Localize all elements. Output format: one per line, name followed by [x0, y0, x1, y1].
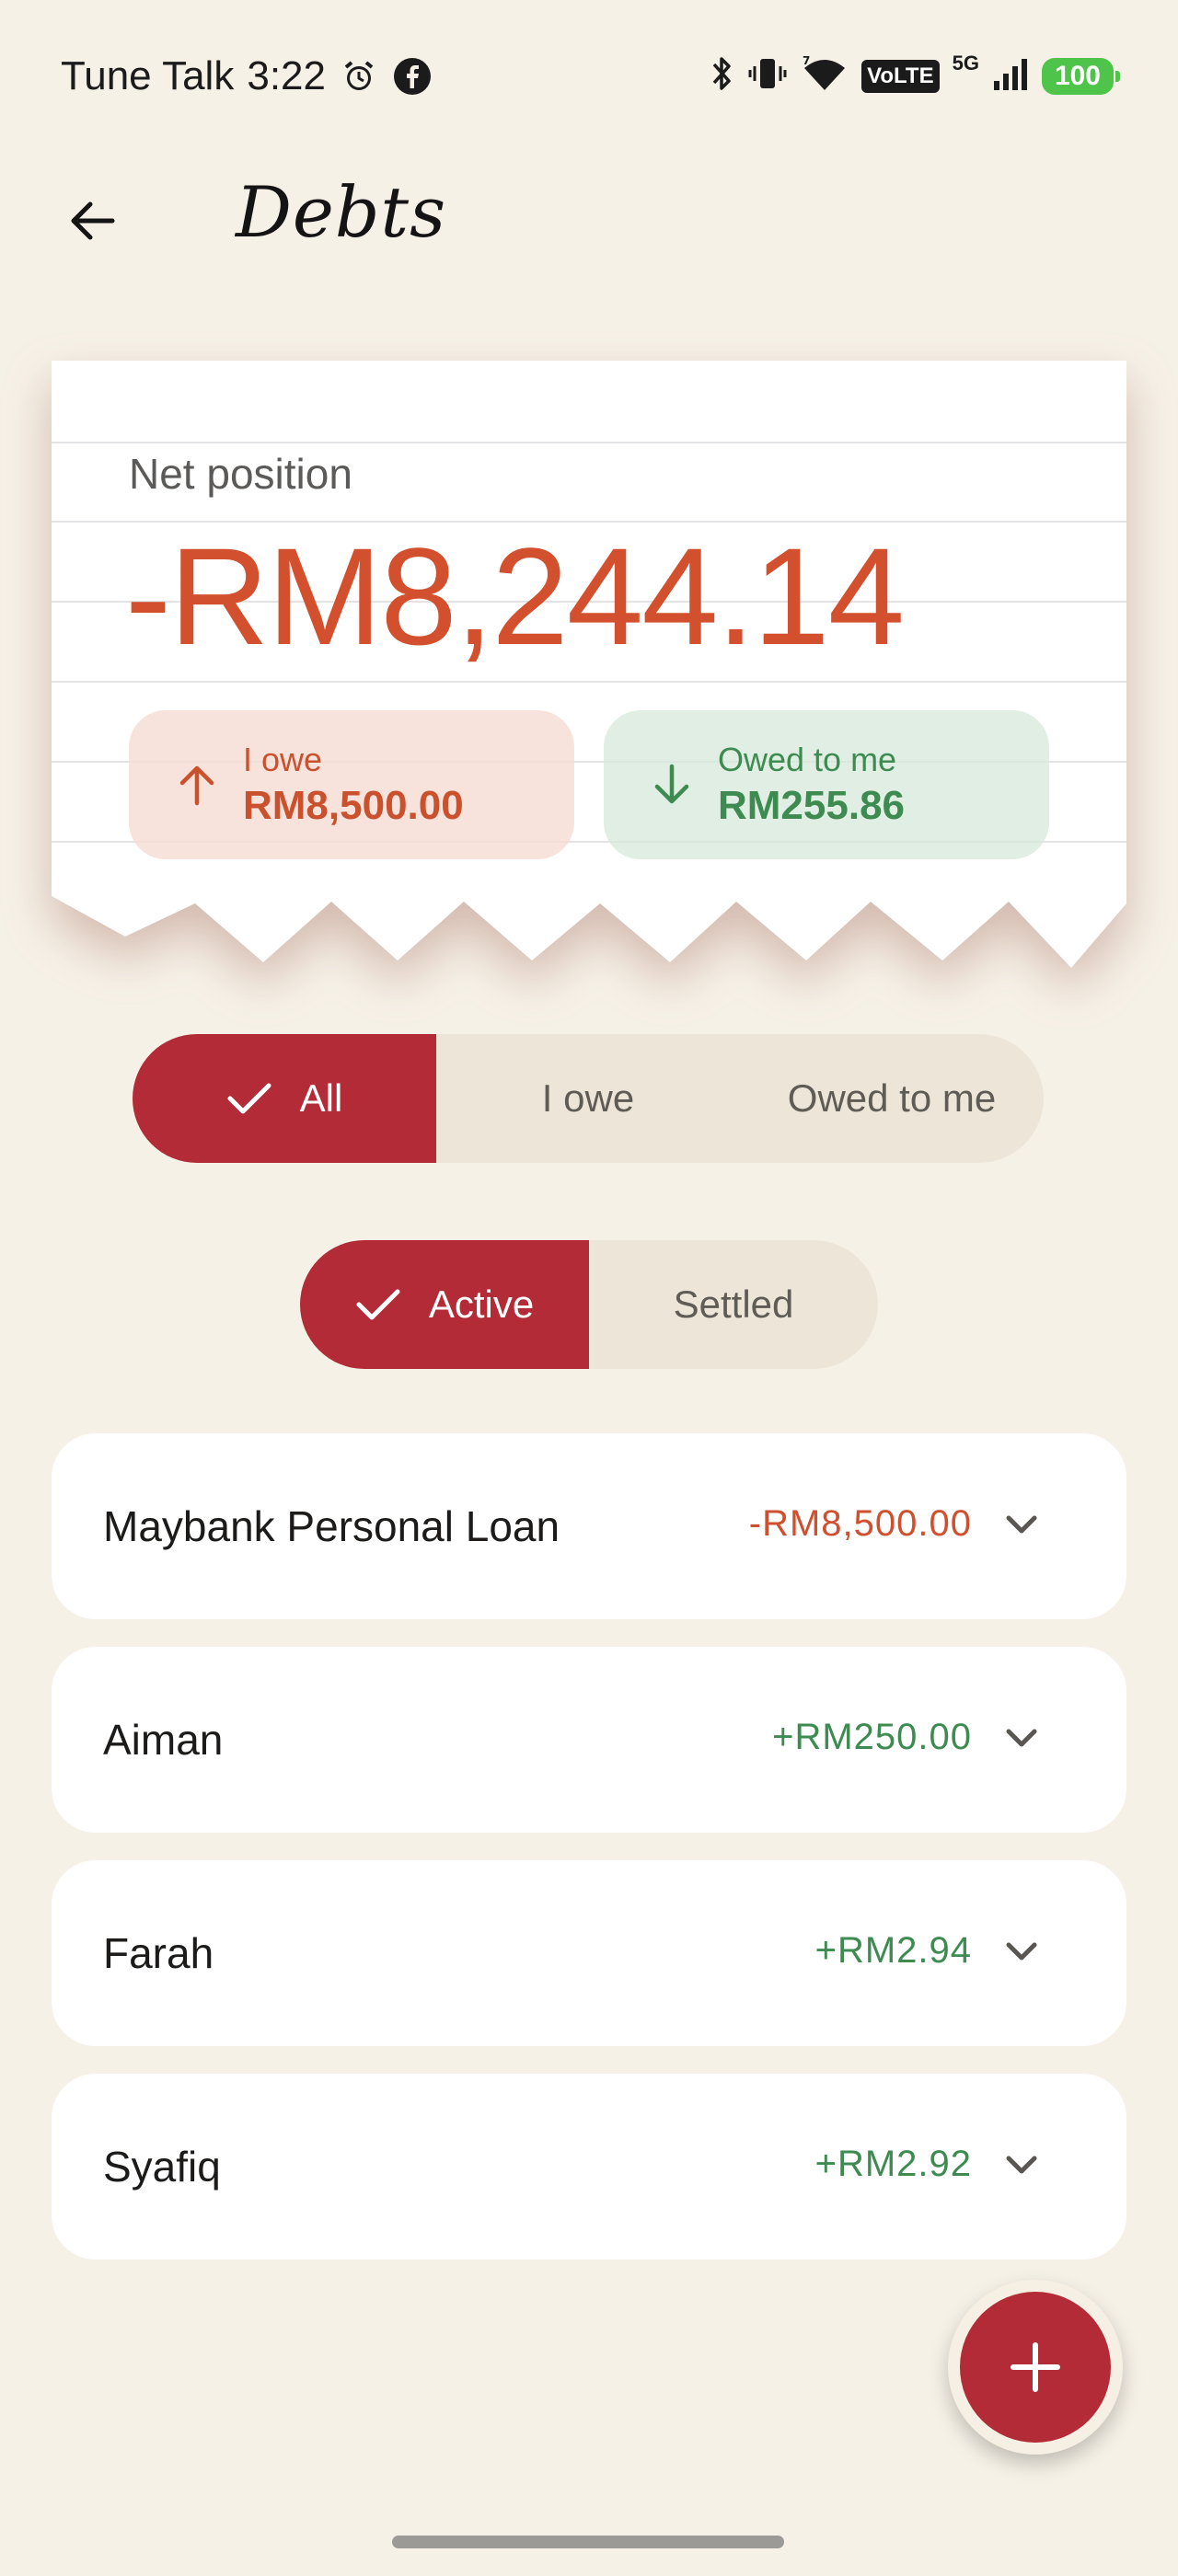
carrier-name: Tune Talk — [61, 53, 235, 98]
net-position-card: Net position -RM8,244.14 I owe RM8,500.0… — [52, 361, 1126, 968]
list-item[interactable]: Syafiq +RM2.92 — [52, 2074, 1126, 2260]
check-icon — [356, 1289, 400, 1320]
arrow-down-icon — [654, 764, 689, 804]
filter-settled[interactable]: Settled — [589, 1240, 878, 1369]
list-item[interactable]: Maybank Personal Loan -RM8,500.00 — [52, 1433, 1126, 1619]
net-position-value: -RM8,244.14 — [125, 519, 905, 673]
wifi-icon: 7 — [801, 54, 849, 97]
debt-amount: +RM2.94 — [814, 1930, 972, 1971]
debt-name: Syafiq — [103, 2143, 221, 2191]
add-debt-button-inner — [960, 2292, 1111, 2443]
debt-list: Maybank Personal Loan -RM8,500.00 Aiman … — [52, 1433, 1126, 2287]
filter-owed-to-me[interactable]: Owed to me — [740, 1034, 1044, 1163]
debt-status-filter: Active Settled — [300, 1240, 878, 1369]
debt-amount: +RM250.00 — [772, 1717, 972, 1757]
vibrate-icon — [747, 55, 788, 97]
alarm-icon — [339, 56, 379, 97]
arrow-left-icon — [71, 201, 115, 240]
filter-active-label: Active — [428, 1282, 535, 1326]
debt-name: Aiman — [103, 1716, 224, 1764]
chevron-down-icon[interactable] — [1003, 1507, 1040, 1544]
facebook-icon — [392, 56, 433, 97]
clock-time: 3:22 — [247, 53, 326, 98]
plus-icon — [1011, 2342, 1060, 2392]
filter-active[interactable]: Active — [300, 1240, 589, 1369]
add-debt-button[interactable] — [948, 2280, 1123, 2455]
debt-amount: -RM8,500.00 — [748, 1503, 972, 1544]
volte-badge: VoLTE — [861, 59, 940, 93]
bluetooth-icon — [709, 55, 734, 97]
owed-to-me-label: Owed to me — [718, 741, 897, 778]
battery-indicator: 100 — [1041, 57, 1121, 95]
i-owe-summary: I owe RM8,500.00 — [129, 710, 574, 859]
signal-icon — [992, 55, 1029, 97]
arrow-up-icon — [179, 765, 214, 806]
svg-text:7: 7 — [803, 55, 810, 67]
list-item[interactable]: Farah +RM2.94 — [52, 1860, 1126, 2046]
filter-all[interactable]: All — [133, 1034, 436, 1163]
filter-i-owe[interactable]: I owe — [436, 1034, 740, 1163]
filter-all-label: All — [299, 1076, 343, 1120]
i-owe-label: I owe — [243, 741, 323, 778]
status-right: 7 VoLTE 5G 100 — [709, 51, 1121, 97]
page-title: Debts — [236, 171, 447, 253]
debt-amount: +RM2.92 — [814, 2144, 972, 2184]
network-type: 5G — [952, 51, 979, 75]
chevron-down-icon[interactable] — [1003, 1934, 1040, 1971]
debt-type-filter: All I owe Owed to me — [133, 1034, 1044, 1163]
owed-to-me-value: RM255.86 — [718, 783, 906, 828]
debt-name: Maybank Personal Loan — [103, 1502, 560, 1550]
app-bar: Debts — [0, 156, 1178, 285]
status-bar: Tune Talk 3:22 7 VoLTE 5G 100 — [0, 0, 1178, 156]
i-owe-value: RM8,500.00 — [243, 783, 464, 828]
home-indicator[interactable] — [392, 2536, 784, 2548]
filter-i-owe-label: I owe — [541, 1076, 635, 1120]
check-icon — [227, 1083, 271, 1114]
chevron-down-icon[interactable] — [1003, 2147, 1040, 2184]
filter-settled-label: Settled — [673, 1282, 794, 1326]
status-left: Tune Talk 3:22 — [61, 53, 433, 99]
back-button[interactable] — [55, 184, 129, 258]
owed-to-me-summary: Owed to me RM255.86 — [604, 710, 1049, 859]
net-position-label: Net position — [129, 450, 352, 498]
filter-owed-to-me-label: Owed to me — [787, 1076, 997, 1120]
debt-name: Farah — [103, 1929, 214, 1977]
list-item[interactable]: Aiman +RM250.00 — [52, 1647, 1126, 1833]
chevron-down-icon[interactable] — [1003, 1720, 1040, 1757]
